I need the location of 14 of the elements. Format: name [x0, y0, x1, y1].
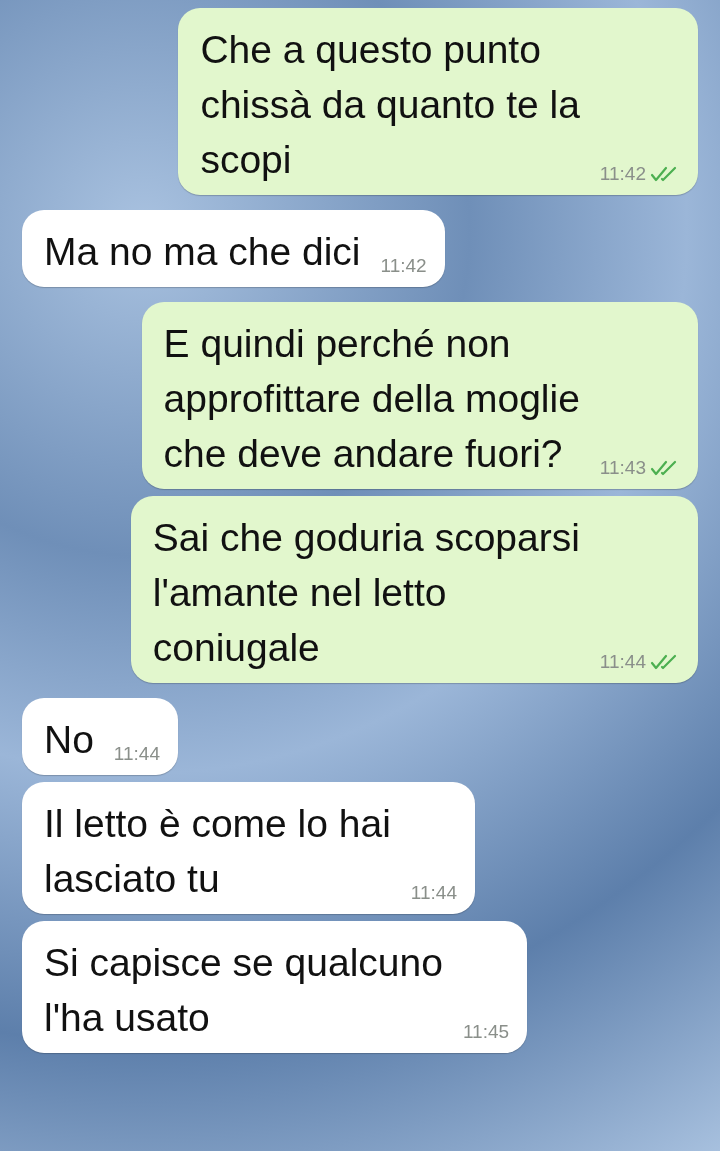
message-text: Ma no ma che dici: [44, 229, 361, 275]
message-time: 11:44: [410, 882, 457, 904]
message-time: 11:42: [380, 255, 427, 277]
message-text: Si capisce se qualcuno l'ha usato: [44, 940, 443, 1041]
message-time: 11:43: [599, 457, 646, 479]
message-time: 11:44: [113, 743, 160, 765]
message-time: 11:42: [599, 163, 646, 185]
message-time: 11:44: [599, 651, 646, 673]
message-text: No: [44, 717, 94, 763]
message-time: 11:45: [462, 1021, 510, 1043]
message-text: Che a questo punto chissà da quanto te la scopi: [200, 27, 580, 183]
message-text: Il letto è come lo hai lasciato tu: [44, 801, 391, 902]
message-text: E quindi perché non approfittare della moglie che deve andare fuori?: [163, 321, 580, 477]
message-text: Sai che goduria scoparsi l'amante nel letto coniugale: [152, 515, 580, 671]
